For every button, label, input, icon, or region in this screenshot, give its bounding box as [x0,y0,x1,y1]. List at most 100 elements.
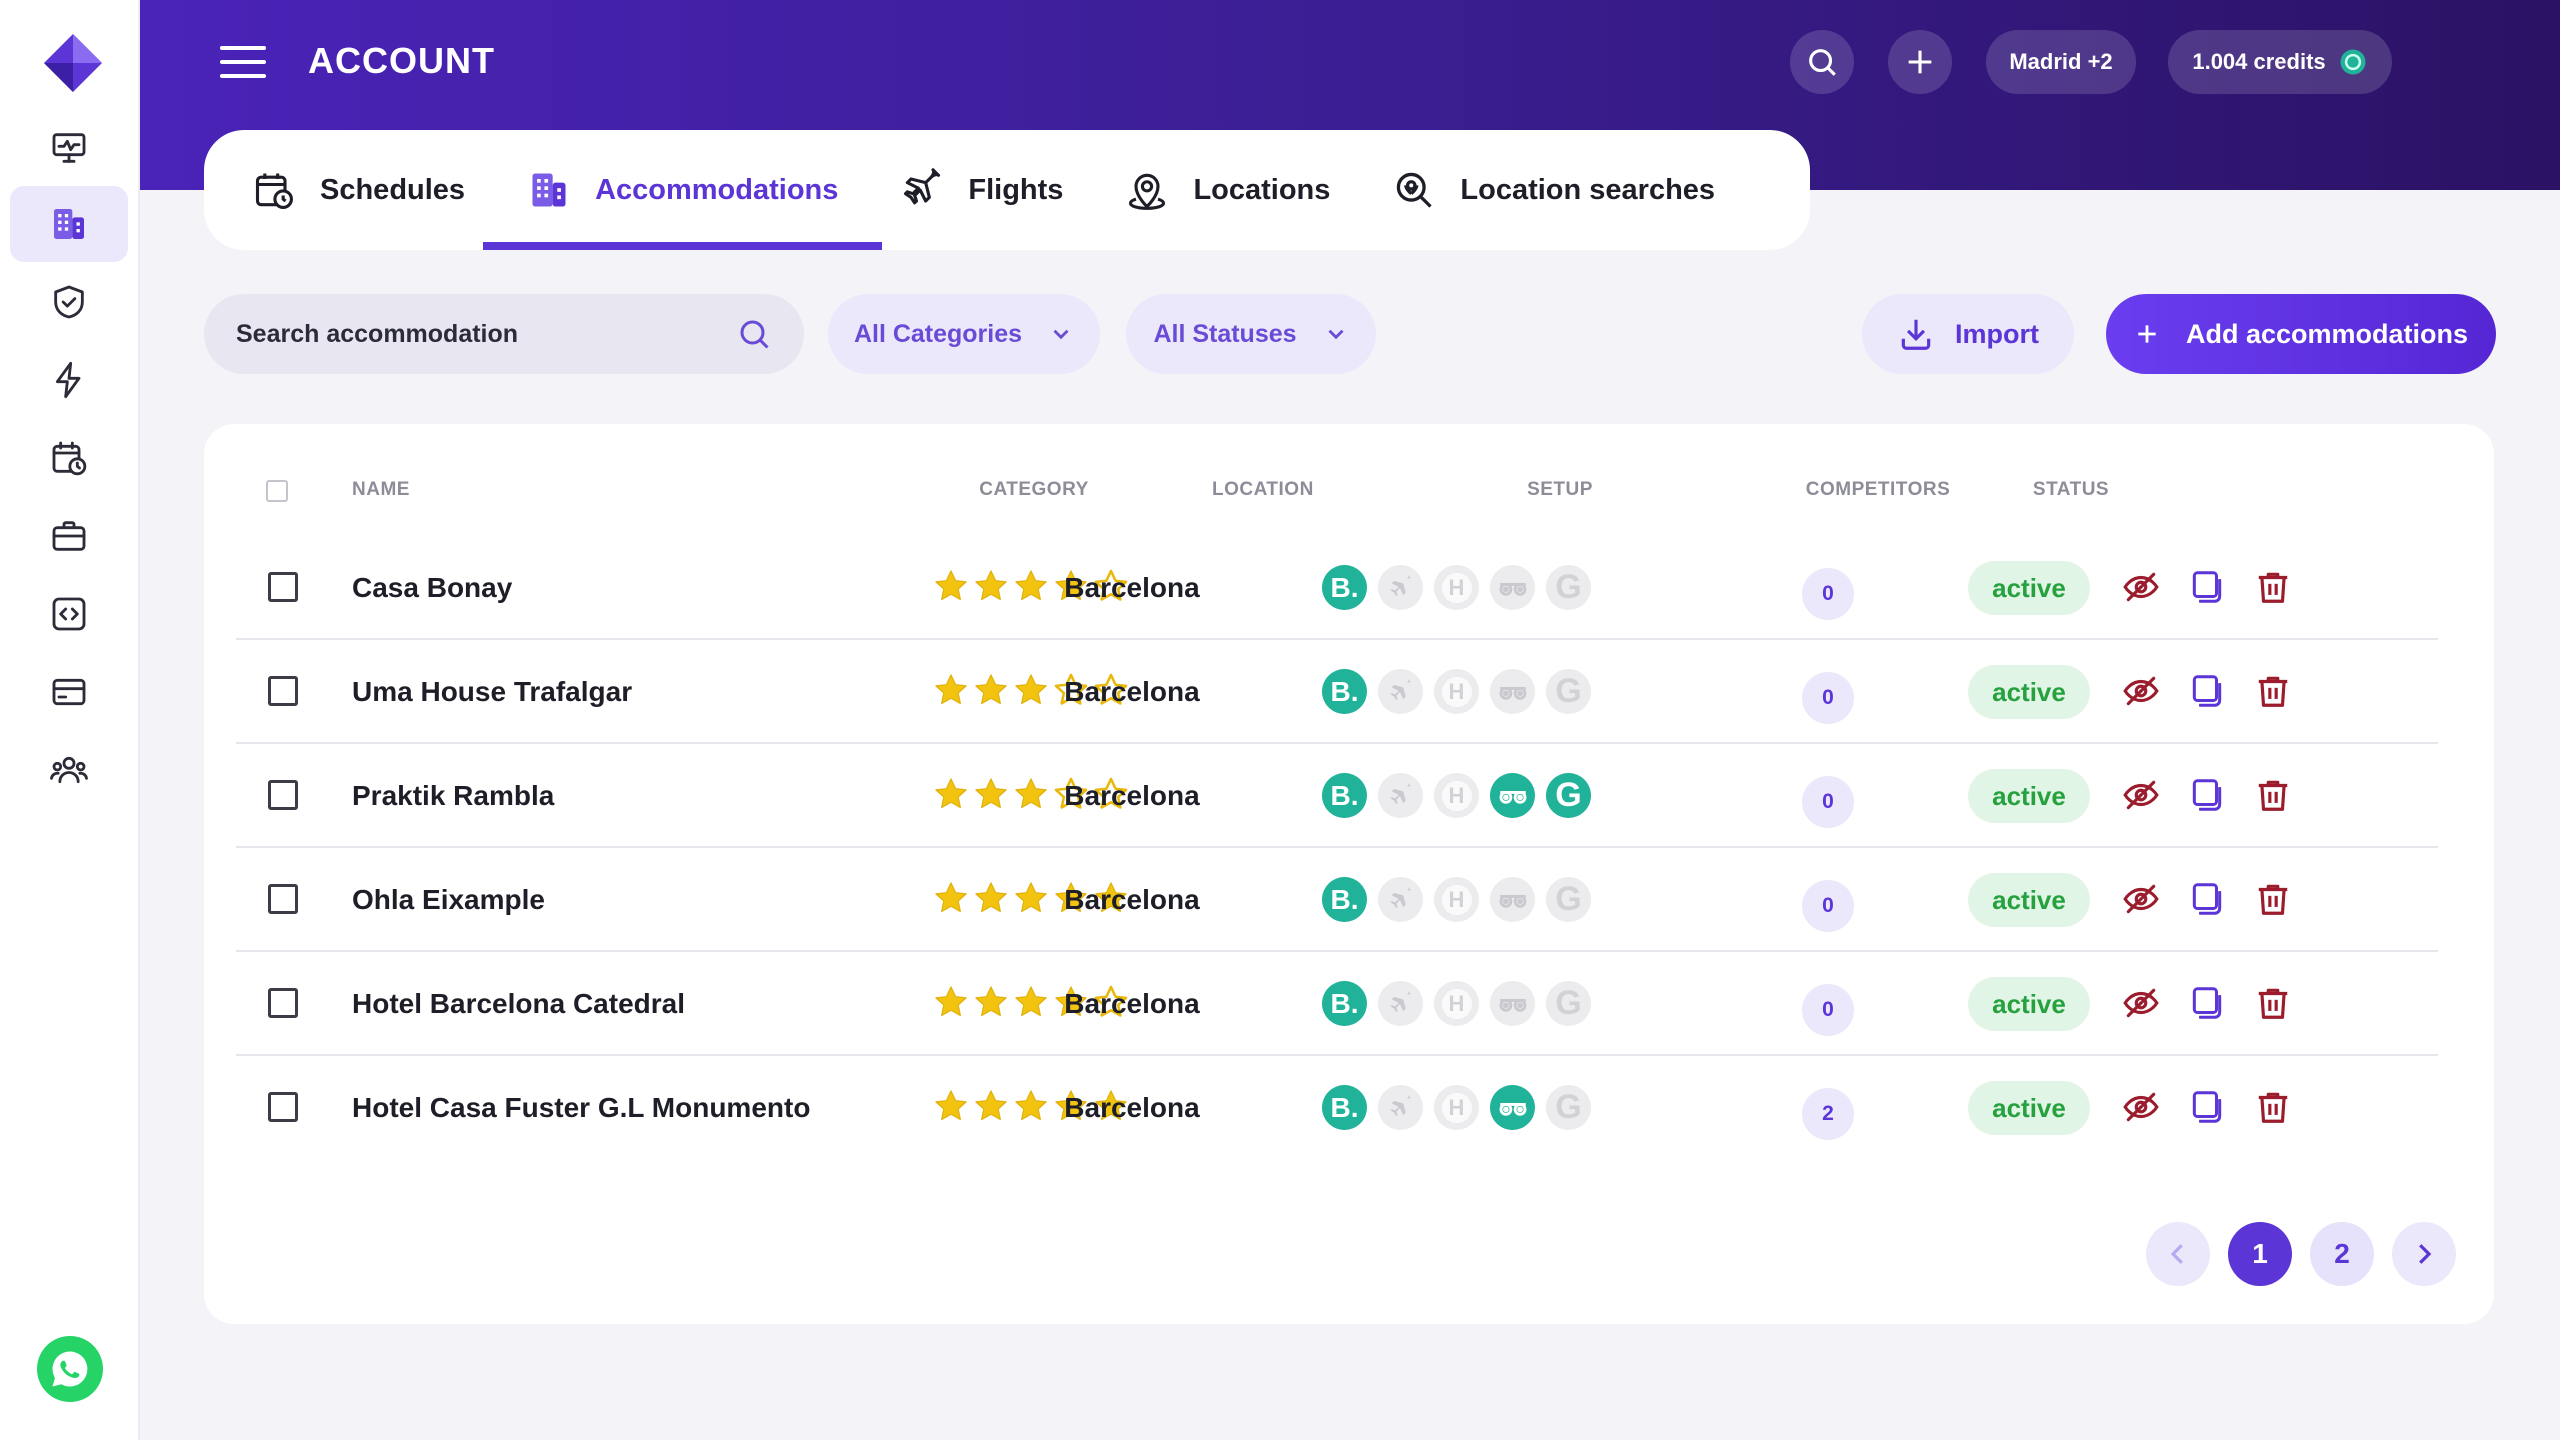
sidebar-item-shield-check[interactable] [10,264,128,340]
accommodation-name[interactable]: Hotel Casa Fuster G.L Monumento [352,1092,810,1124]
tripadvisor-icon [1490,669,1535,714]
next-page-button[interactable] [2392,1222,2456,1286]
competitors-count[interactable]: 2 [1802,1088,1854,1140]
star-filled-icon [975,882,1007,913]
logo-icon[interactable] [40,30,106,96]
flight-glyph [1390,678,1411,700]
sidebar-item-lightning[interactable] [10,342,128,418]
accommodation-location: Barcelona [1064,780,1200,811]
accommodation-name[interactable]: Praktik Rambla [352,780,554,812]
sidebar-item-code[interactable] [10,576,128,652]
sidebar-item-briefcase[interactable] [10,498,128,574]
chevron-down-icon [1328,329,1344,340]
google-letter: G [1555,984,1582,1022]
previous-page-button[interactable] [2146,1222,2210,1286]
search-input[interactable] [236,319,736,349]
tripadvisor-icon [1490,565,1535,610]
duplicate-icon[interactable] [2188,672,2226,710]
tab-locations[interactable]: Locations [1125,130,1330,250]
table-row[interactable]: Praktik Rambla Barcelona B. H G 0 active [236,744,2438,848]
row-checkbox[interactable] [268,1092,298,1122]
hide-icon[interactable] [2122,568,2160,606]
sidebar-item-accommodations[interactable] [10,186,128,262]
search-icon[interactable] [736,316,772,352]
hotel-icon: H [1434,981,1479,1026]
column-header-location: LOCATION [1212,479,1314,500]
table-row[interactable]: Uma House Trafalgar Barcelona B. H G 0 active [236,640,2438,744]
competitors-count[interactable]: 0 [1802,568,1854,620]
tab-flights[interactable]: Flights [900,130,1063,250]
sidebar-item-credit-card[interactable] [10,654,128,730]
sidebar-item-monitor[interactable] [10,110,128,186]
import-button[interactable]: Import [1862,294,2074,374]
row-checkbox[interactable] [268,988,298,1018]
duplicate-icon[interactable] [2188,776,2226,814]
delete-icon[interactable] [2254,568,2292,606]
delete-icon[interactable] [2254,1088,2292,1126]
hide-icon[interactable] [2122,984,2160,1022]
hamburger-menu-icon[interactable] [220,46,266,78]
category-filter[interactable]: All Categories [828,294,1100,374]
search-button[interactable] [1790,30,1854,94]
accommodation-name[interactable]: Ohla Eixample [352,884,545,916]
competitors-count[interactable]: 0 [1802,776,1854,828]
add-button[interactable] [1888,30,1952,94]
competitors-count[interactable]: 0 [1802,880,1854,932]
flight-icon [1378,773,1423,818]
delete-icon[interactable] [2254,672,2292,710]
page-button-2[interactable]: 2 [2310,1222,2374,1286]
google-icon: G [1546,1085,1591,1130]
delete-icon[interactable] [2254,984,2292,1022]
row-checkbox[interactable] [268,572,298,602]
row-actions [2122,880,2292,918]
hotel-icon: H [1434,565,1479,610]
hide-icon[interactable] [2122,672,2160,710]
accommodation-name[interactable]: Casa Bonay [352,572,512,604]
credits-pill[interactable]: 1.004 credits [2168,30,2392,94]
tab-schedules[interactable]: Schedules [252,130,465,250]
duplicate-icon[interactable] [2188,1088,2226,1126]
status-badge: active [1968,873,2090,927]
accommodation-name[interactable]: Uma House Trafalgar [352,676,632,708]
competitors-count[interactable]: 0 [1802,672,1854,724]
whatsapp-icon[interactable] [37,1336,103,1402]
delete-icon[interactable] [2254,776,2292,814]
tab-location-searches[interactable]: Location searches [1392,130,1715,250]
competitors-count[interactable]: 0 [1802,984,1854,1036]
star-filled-icon [935,882,967,913]
status-filter[interactable]: All Statuses [1126,294,1376,374]
hide-icon[interactable] [2122,776,2160,814]
sidebar [0,0,140,1440]
duplicate-icon[interactable] [2188,880,2226,918]
hide-icon[interactable] [2122,1088,2160,1126]
accommodations-icon [54,209,84,239]
hide-icon[interactable] [2122,880,2160,918]
row-checkbox[interactable] [268,676,298,706]
import-button-label: Import [1955,318,2039,349]
chevron-left-icon [2170,1244,2183,1264]
add-accommodations-button[interactable]: Add accommodations [2106,294,2496,374]
location-selector-label: Madrid +2 [2009,49,2113,74]
booking-icon: B. [1322,773,1367,818]
row-checkbox[interactable] [268,884,298,914]
google-letter: G [1555,1088,1582,1126]
table-row[interactable]: Ohla Eixample Barcelona B. H G 0 active [236,848,2438,952]
location-selector[interactable]: Madrid +2 [1986,30,2136,94]
owl-glyph [1499,582,1526,596]
duplicate-icon[interactable] [2188,568,2226,606]
table-row[interactable]: Hotel Barcelona Catedral Barcelona B. H G 0 ac… [236,952,2438,1056]
delete-icon[interactable] [2254,880,2292,918]
duplicate-icon[interactable] [2188,984,2226,1022]
page-button-1[interactable]: 1 [2228,1222,2292,1286]
plus-icon [1908,50,1932,74]
column-header-setup: SETUP [1527,479,1593,500]
sidebar-item-calendar-clock[interactable] [10,420,128,496]
row-checkbox[interactable] [268,780,298,810]
tab-location-searches-label: Location searches [1460,173,1716,206]
table-row[interactable]: Hotel Casa Fuster G.L Monumento Barcelona… [236,1056,2438,1160]
table-row[interactable]: Casa Bonay Barcelona B. H G 0 active [236,536,2438,640]
sidebar-item-users[interactable] [10,732,128,808]
accommodation-name[interactable]: Hotel Barcelona Catedral [352,988,685,1020]
tab-accommodations[interactable]: Accommodations [483,130,883,250]
select-all-checkbox[interactable] [266,480,288,502]
